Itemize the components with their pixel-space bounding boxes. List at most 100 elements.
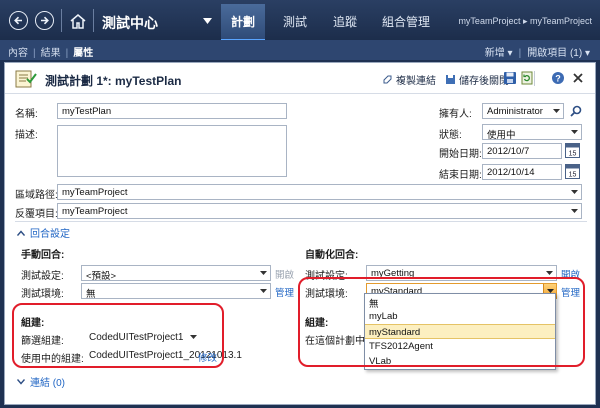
chevron-down-icon bbox=[571, 130, 578, 134]
divider bbox=[534, 71, 535, 86]
owner-dropdown[interactable]: Administrator bbox=[482, 103, 564, 119]
subtab-properties[interactable]: 屬性 bbox=[73, 48, 93, 59]
filter-builds-value: CodedUITestProject1 bbox=[89, 332, 184, 343]
auto-builds-title: 組建: bbox=[305, 318, 329, 329]
chevron-down-icon bbox=[260, 289, 267, 293]
calendar-icon[interactable]: 15 bbox=[565, 142, 580, 158]
env-option[interactable]: VLab bbox=[365, 354, 555, 369]
env-option-selected[interactable]: myStandard bbox=[365, 324, 555, 339]
filter-builds-label: 篩選組建: bbox=[21, 336, 64, 347]
help-icon[interactable]: ? bbox=[551, 71, 565, 85]
forward-button[interactable] bbox=[35, 11, 54, 30]
chevron-down-icon bbox=[17, 378, 25, 385]
owner-value: Administrator bbox=[487, 106, 543, 117]
test-plan-icon bbox=[15, 70, 37, 88]
links-section-toggle[interactable]: 連結 (0) bbox=[17, 374, 65, 389]
breadcrumb[interactable]: myTeamProject ▸ myTeamProject bbox=[458, 16, 592, 27]
end-date-field[interactable]: 2012/10/14 bbox=[482, 164, 562, 180]
manual-test-settings-label: 測試設定: bbox=[21, 271, 64, 282]
manual-test-settings-dropdown[interactable]: <預設> bbox=[81, 265, 271, 281]
iteration-value: myTeamProject bbox=[62, 206, 128, 217]
divider: | bbox=[518, 48, 522, 59]
description-label: 描述: bbox=[15, 130, 38, 141]
arrow-left-icon bbox=[14, 16, 22, 25]
end-date-label: 結束日期: bbox=[439, 170, 482, 181]
manual-manage-env-link[interactable]: 管理 bbox=[275, 285, 294, 299]
run-settings-title: 回合設定 bbox=[30, 229, 70, 240]
description-field[interactable] bbox=[57, 125, 287, 177]
new-menu[interactable]: 新增 ▾ bbox=[485, 48, 513, 59]
manual-runs-title: 手動回合: bbox=[21, 250, 65, 261]
auto-test-settings-label: 測試設定: bbox=[305, 271, 348, 282]
chevron-down-icon bbox=[571, 209, 578, 213]
plan-sub-navigation: 內容 | 結果 | 屬性 新增 ▾ | 開啟項目 (1) ▾ bbox=[0, 40, 600, 60]
tab-organize[interactable]: 組合管理 bbox=[382, 13, 430, 30]
name-field[interactable]: myTestPlan bbox=[57, 103, 287, 119]
start-date-field[interactable]: 2012/10/7 bbox=[482, 143, 562, 159]
svg-text:?: ? bbox=[555, 74, 561, 84]
in-this-plan-label: 在這個計劃中: bbox=[305, 336, 368, 347]
close-icon[interactable] bbox=[572, 71, 584, 85]
modify-build-link[interactable]: 修改 bbox=[198, 350, 217, 364]
env-option[interactable]: 無 bbox=[365, 294, 555, 310]
iteration-label: 反覆項目: bbox=[15, 209, 58, 220]
chevron-down-icon[interactable] bbox=[203, 18, 212, 24]
area-path-label: 區域路徑: bbox=[15, 190, 58, 201]
divider: | bbox=[65, 48, 69, 59]
filter-builds-dropdown[interactable]: CodedUITestProject1 bbox=[89, 332, 198, 343]
auto-test-settings-dropdown[interactable]: myGetting bbox=[366, 265, 557, 281]
save-close-icon bbox=[446, 75, 455, 84]
chevron-down-icon bbox=[190, 335, 198, 340]
chevron-down-icon bbox=[553, 109, 560, 113]
section-divider bbox=[15, 221, 587, 222]
copy-link-label: 複製連結 bbox=[396, 76, 436, 87]
builds-in-use-label: 使用中的組建: bbox=[21, 354, 84, 365]
auto-open-settings-link[interactable]: 開啟 bbox=[561, 267, 580, 281]
tab-track[interactable]: 追蹤 bbox=[333, 13, 357, 30]
state-dropdown[interactable]: 使用中 bbox=[482, 124, 582, 140]
subnav-actions: 新增 ▾ | 開啟項目 (1) ▾ bbox=[485, 44, 590, 59]
builds-in-use-value: CodedUITestProject1_20121013.1 bbox=[89, 350, 242, 361]
plan-title: 測試計劃 1*: myTestPlan bbox=[45, 74, 182, 88]
subtab-contents[interactable]: 內容 bbox=[8, 48, 28, 59]
env-option[interactable]: myLab bbox=[365, 309, 555, 324]
area-path-value: myTeamProject bbox=[62, 187, 128, 198]
manual-test-env-dropdown[interactable]: 無 bbox=[81, 283, 271, 299]
iteration-dropdown[interactable]: myTeamProject bbox=[57, 203, 582, 219]
manual-test-env-label: 測試環境: bbox=[21, 289, 64, 300]
back-button[interactable] bbox=[9, 11, 28, 30]
home-button[interactable] bbox=[68, 11, 88, 30]
run-settings-section-toggle[interactable]: 回合設定 bbox=[17, 225, 70, 240]
link-icon bbox=[383, 75, 392, 84]
app-title: 測試中心 bbox=[102, 15, 158, 31]
start-date-label: 開始日期: bbox=[439, 149, 482, 160]
home-icon bbox=[70, 13, 86, 29]
tab-test[interactable]: 測試 bbox=[283, 13, 307, 30]
search-icon[interactable] bbox=[570, 105, 582, 117]
owner-label: 擁有人: bbox=[439, 109, 472, 120]
chevron-down-icon bbox=[571, 190, 578, 194]
manual-test-settings-value: <預設> bbox=[86, 271, 117, 281]
save-icon[interactable] bbox=[503, 71, 517, 85]
header-divider bbox=[5, 93, 595, 94]
area-path-dropdown[interactable]: myTeamProject bbox=[57, 184, 582, 200]
subnav-tabs: 內容 | 結果 | 屬性 bbox=[8, 44, 93, 59]
calendar-icon[interactable]: 15 bbox=[565, 163, 580, 179]
refresh-icon[interactable] bbox=[520, 71, 534, 85]
env-option[interactable]: TFS2012Agent bbox=[365, 339, 555, 354]
links-section-title: 連結 (0) bbox=[30, 378, 65, 389]
subtab-results[interactable]: 結果 bbox=[41, 48, 61, 59]
state-value: 使用中 bbox=[487, 130, 516, 140]
arrow-right-icon bbox=[41, 16, 49, 25]
tab-plan[interactable]: 計劃 bbox=[221, 4, 266, 42]
save-and-close-button[interactable]: 儲存後關閉 bbox=[445, 72, 509, 87]
name-label: 名稱: bbox=[15, 109, 38, 120]
auto-manage-env-link[interactable]: 管理 bbox=[561, 285, 580, 299]
manual-open-settings-link[interactable]: 開啟 bbox=[275, 267, 294, 281]
hub-navigation-bar: 測試中心 計劃 測試 追蹤 組合管理 myTeamProject ▸ myTea… bbox=[0, 0, 600, 42]
copy-link-button[interactable]: 複製連結 bbox=[382, 72, 436, 87]
auto-test-env-label: 測試環境: bbox=[305, 289, 348, 300]
open-items-menu[interactable]: 開啟項目 (1) ▾ bbox=[527, 48, 590, 59]
divider bbox=[93, 9, 94, 32]
svg-text:15: 15 bbox=[569, 151, 577, 158]
